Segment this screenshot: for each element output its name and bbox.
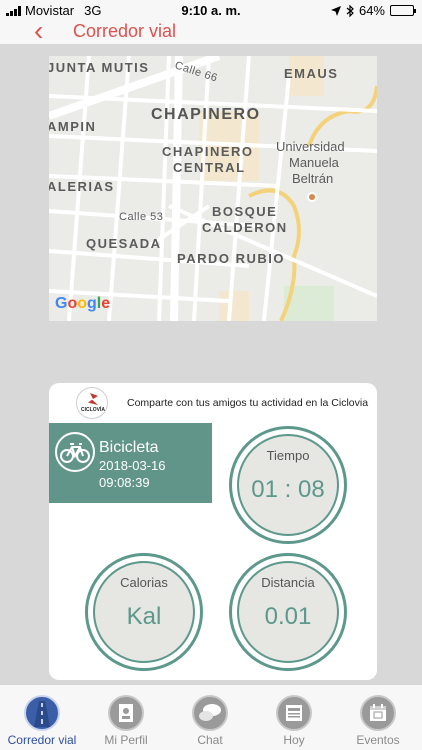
cyclist-logo-icon <box>88 393 98 405</box>
map-label: CHAPINERO <box>162 144 254 159</box>
activity-date: 2018-03-16 <box>99 458 166 473</box>
tab-label: Hoy <box>283 733 305 747</box>
map-label: CHAPINERO <box>151 106 261 123</box>
profile-card-icon <box>108 695 144 731</box>
stat-value: Kal <box>126 603 162 630</box>
activity-card: CICLOVÍA Comparte con tus amigos tu acti… <box>49 383 377 680</box>
map-label: CALDERON <box>202 220 288 235</box>
status-indicators: 64% <box>330 3 416 18</box>
stat-label: Distancia <box>261 575 315 590</box>
map-label: QUESADA <box>86 236 162 251</box>
chat-bubble-icon <box>192 695 228 731</box>
stat-value: 0.01 <box>264 603 312 630</box>
bluetooth-icon <box>346 4 354 17</box>
page-title: Corredor vial <box>73 21 177 41</box>
map-label: PARDO RUBIO <box>177 251 285 266</box>
tab-hoy[interactable]: Hoy <box>252 695 336 747</box>
battery-icon <box>390 5 416 16</box>
nav-bar: ‹ Corredor vial <box>0 17 422 45</box>
map-label: ALERIAS <box>49 179 115 194</box>
tab-chat[interactable]: Chat <box>168 695 252 747</box>
map-label: Universidad <box>276 139 345 154</box>
tab-eventos[interactable]: Eventos <box>336 695 420 747</box>
tab-label: Mi Perfil <box>104 733 148 747</box>
status-bar: Movistar 3G 9:10 a. m. 64% <box>0 0 422 20</box>
location-arrow-icon <box>330 5 341 16</box>
logo-caption: CICLOVÍA <box>81 407 105 413</box>
bicycle-icon <box>55 432 95 472</box>
activity-summary: Bicicleta 2018-03-16 09:08:39 <box>49 423 212 503</box>
battery-percent: 64% <box>358 3 385 18</box>
ciclovia-logo: CICLOVÍA <box>76 387 108 419</box>
google-logo: Google <box>55 295 111 312</box>
share-text[interactable]: Comparte con tus amigos tu actividad en … <box>127 397 368 409</box>
map-label: Beltrán <box>292 171 334 186</box>
tab-label: Corredor vial <box>7 733 77 747</box>
stat-calorias: Calorias Kal <box>85 553 203 671</box>
stat-distancia: Distancia 0.01 <box>229 553 347 671</box>
stat-label: Tiempo <box>266 448 310 463</box>
map-label: CENTRAL <box>173 160 246 175</box>
map-label: Manuela <box>289 155 339 170</box>
stat-label: Calorias <box>120 575 168 590</box>
map-label: JUNTA MUTIS <box>49 60 150 75</box>
tab-mi-perfil[interactable]: Mi Perfil <box>84 695 168 747</box>
tab-corredor-vial[interactable]: Corredor vial <box>0 695 84 747</box>
calendar-icon <box>360 695 396 731</box>
newspaper-icon <box>276 695 312 731</box>
road-icon <box>24 695 60 731</box>
activity-name: Bicicleta <box>99 439 159 456</box>
stat-value: 01 : 08 <box>251 476 325 503</box>
map-view[interactable]: JUNTA MUTIS Calle 66 EMAUS CHAPINERO AMP… <box>49 56 377 321</box>
activity-time: 09:08:39 <box>99 475 150 490</box>
tab-label: Chat <box>197 733 223 747</box>
map-label: EMAUS <box>284 66 339 81</box>
tab-bar: Corredor vial Mi Perfil Chat Hoy Eventos <box>0 684 422 750</box>
map-label: Calle 53 <box>119 211 164 223</box>
tab-label: Eventos <box>356 733 400 747</box>
map-label: BOSQUE <box>212 204 278 219</box>
stat-tiempo: Tiempo 01 : 08 <box>229 426 347 544</box>
chevron-left-icon[interactable]: ‹ <box>34 17 43 45</box>
map-pin-icon <box>307 192 317 202</box>
map-label: AMPIN <box>49 119 97 134</box>
